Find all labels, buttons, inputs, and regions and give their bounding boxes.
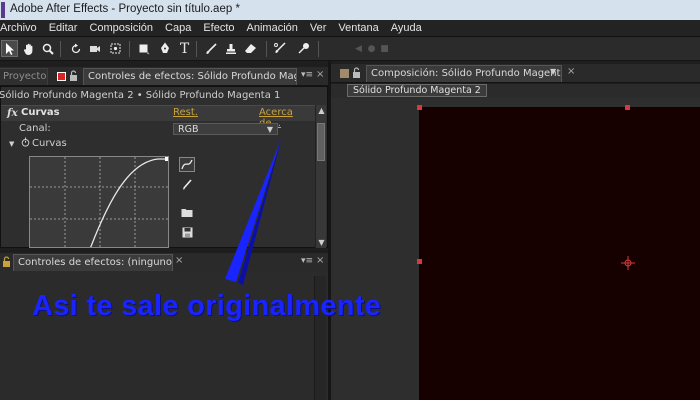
tab-composition[interactable]: Composición: Sólido Profundo Magenta 2 — [366, 65, 562, 82]
menu-composicion[interactable]: Composición — [83, 20, 159, 36]
camera-orbit-icon[interactable] — [86, 40, 103, 57]
selection-arrow-icon[interactable] — [1, 40, 18, 57]
panel-menu-icon[interactable]: ▾≡ — [300, 256, 314, 268]
menu-animacion[interactable]: Animación — [241, 20, 304, 36]
toolbar-separator — [196, 41, 197, 57]
clone-stamp-icon[interactable] — [222, 40, 239, 57]
toolbar-separator — [266, 41, 267, 57]
stopwatch-icon[interactable] — [21, 137, 30, 150]
scroll-up-icon[interactable]: ▲ — [316, 105, 327, 116]
lock-icon[interactable] — [69, 70, 81, 82]
transform-handle[interactable] — [417, 105, 422, 110]
menu-ayuda[interactable]: Ayuda — [385, 20, 428, 36]
menu-ventana[interactable]: Ventana — [332, 20, 384, 36]
menu-editar[interactable]: Editar — [43, 20, 84, 36]
menu-capa[interactable]: Capa — [159, 20, 197, 36]
scroll-thumb[interactable] — [317, 123, 325, 161]
roto-brush-icon[interactable] — [271, 40, 288, 57]
effect-header-row[interactable]: fx Curvas Rest. Acerca de... — [1, 105, 317, 129]
panel-menu-icon[interactable]: ▾≡ — [300, 70, 314, 82]
curves-graph[interactable] — [29, 156, 169, 248]
breadcrumb: Sólido Profundo Magenta 2 • Sólido Profu… — [0, 90, 281, 101]
curve-tool-icon[interactable] — [179, 157, 195, 172]
lock-icon[interactable] — [352, 67, 364, 79]
window-title: Adobe After Effects - Proyecto sin títul… — [10, 3, 240, 15]
zoom-icon[interactable] — [39, 40, 56, 57]
label-color-swatch — [57, 72, 66, 81]
brush-icon[interactable] — [202, 40, 219, 57]
menu-bar: Archivo Editar Composición Capa Efecto A… — [0, 20, 700, 37]
close-icon[interactable]: × — [175, 255, 183, 266]
pen-icon[interactable] — [156, 40, 173, 57]
curves-property-row: ▼ Curvas — [9, 137, 67, 150]
tab-proyecto[interactable]: Proyecto — [0, 68, 48, 85]
rotate-icon[interactable] — [67, 40, 84, 57]
channel-dropdown[interactable]: RGB ▼ — [173, 123, 278, 135]
composition-canvas[interactable] — [419, 107, 700, 400]
pencil-icon[interactable] — [179, 177, 195, 192]
comp-breadcrumb-button[interactable]: Sólido Profundo Magenta 2 — [347, 84, 487, 97]
effect-name: Curvas — [21, 107, 60, 118]
menu-efecto[interactable]: Efecto — [197, 20, 240, 36]
menu-archivo[interactable]: Archivo — [0, 20, 43, 36]
channel-row: Canal: RGB ▼ — [1, 122, 313, 137]
tools-toolbar: T ◀ ● ■ — [0, 37, 700, 61]
annotation-text: Asi te sale originalmente — [32, 290, 382, 322]
composition-nav-bar: Sólido Profundo Magenta 2 — [331, 84, 700, 98]
composition-tabbar: Composición: Sólido Profundo Magenta 2 ▼… — [331, 64, 700, 83]
title-bar: Adobe After Effects - Proyecto sin títul… — [0, 0, 700, 20]
reset-link[interactable]: Rest. — [173, 107, 198, 118]
tab-effect-controls-none[interactable]: Controles de efectos: (ninguno) — [13, 254, 173, 271]
chevron-down-icon[interactable]: ▼ — [550, 67, 556, 76]
effect-controls-scrollbar[interactable]: ▲ ▼ — [315, 105, 326, 248]
close-icon[interactable]: × — [316, 69, 324, 80]
open-folder-icon[interactable] — [179, 205, 195, 220]
tab-effect-controls[interactable]: Controles de efectos: Sólido Profundo Ma… — [83, 68, 297, 85]
toolbar-separator — [129, 41, 130, 57]
effect-controls-tabbar: Proyecto Controles de efectos: Sólido Pr… — [0, 67, 328, 86]
text-icon[interactable]: T — [176, 40, 193, 57]
expand-triangle-icon[interactable]: ▼ — [9, 140, 14, 148]
anchor-point-icon[interactable] — [621, 256, 635, 270]
eraser-icon[interactable] — [242, 40, 259, 57]
toolbar-separator — [60, 41, 61, 57]
chevron-down-icon: ▼ — [266, 125, 273, 134]
save-icon[interactable] — [179, 225, 195, 240]
effect-controls-2-tabbar: Controles de efectos: (ninguno) × ▾≡ × — [0, 253, 328, 272]
panel-grip-icon[interactable] — [340, 69, 349, 78]
axis-mode-icon: ■ — [380, 43, 389, 54]
rectangle-mask-icon[interactable] — [135, 40, 152, 57]
close-icon[interactable]: × — [567, 66, 575, 77]
puppet-pin-icon[interactable] — [295, 40, 312, 57]
fx-badge[interactable]: fx — [7, 107, 18, 119]
transform-handle[interactable] — [625, 105, 630, 110]
scroll-down-icon[interactable]: ▼ — [316, 237, 327, 248]
app-icon — [1, 2, 5, 18]
menu-ver[interactable]: Ver — [304, 20, 333, 36]
toolbar-separator — [318, 41, 319, 57]
transform-handle[interactable] — [417, 259, 422, 264]
hand-icon[interactable] — [20, 40, 37, 57]
close-icon[interactable]: × — [316, 255, 324, 266]
pan-behind-icon[interactable] — [107, 40, 124, 57]
